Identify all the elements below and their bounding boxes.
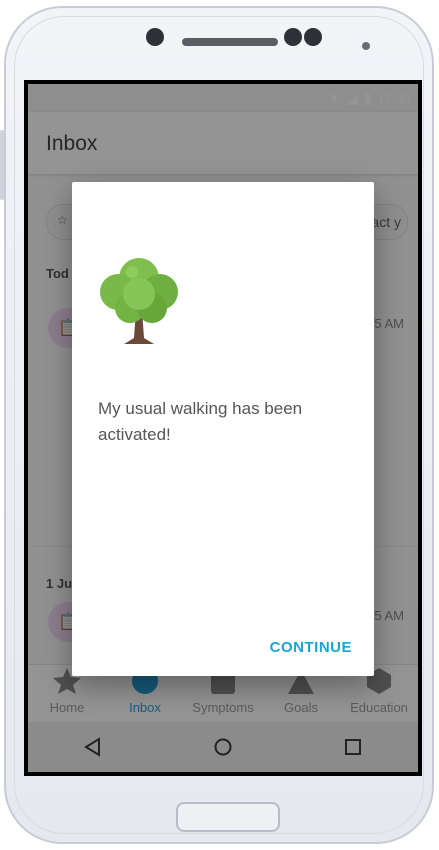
system-recents-button[interactable]	[323, 727, 383, 767]
dialog-message: My usual walking has been activated!	[98, 399, 303, 444]
light-sensor	[362, 42, 370, 50]
phone-screen: ▼ ◢ ▮ 12:30 Inbox ☆ ntact y Tod 📋 5 AM 1…	[24, 80, 422, 776]
tree-icon	[100, 258, 178, 344]
volume-button	[0, 130, 4, 200]
proximity-sensor-right	[304, 28, 322, 46]
system-back-button[interactable]	[63, 727, 123, 767]
recents-square-icon	[345, 739, 361, 755]
system-navigation-bar	[28, 722, 418, 772]
home-circle-icon	[214, 738, 232, 756]
front-camera	[146, 28, 164, 46]
app-display: ▼ ◢ ▮ 12:30 Inbox ☆ ntact y Tod 📋 5 AM 1…	[28, 84, 418, 772]
continue-button[interactable]: CONTINUE	[266, 635, 356, 660]
activation-dialog: My usual walking has been activated! CON…	[72, 182, 374, 676]
back-triangle-icon	[84, 737, 100, 757]
proximity-sensor-left	[284, 28, 302, 46]
hardware-home-button[interactable]	[176, 802, 280, 832]
system-home-button[interactable]	[193, 727, 253, 767]
earpiece-speaker	[182, 38, 278, 46]
